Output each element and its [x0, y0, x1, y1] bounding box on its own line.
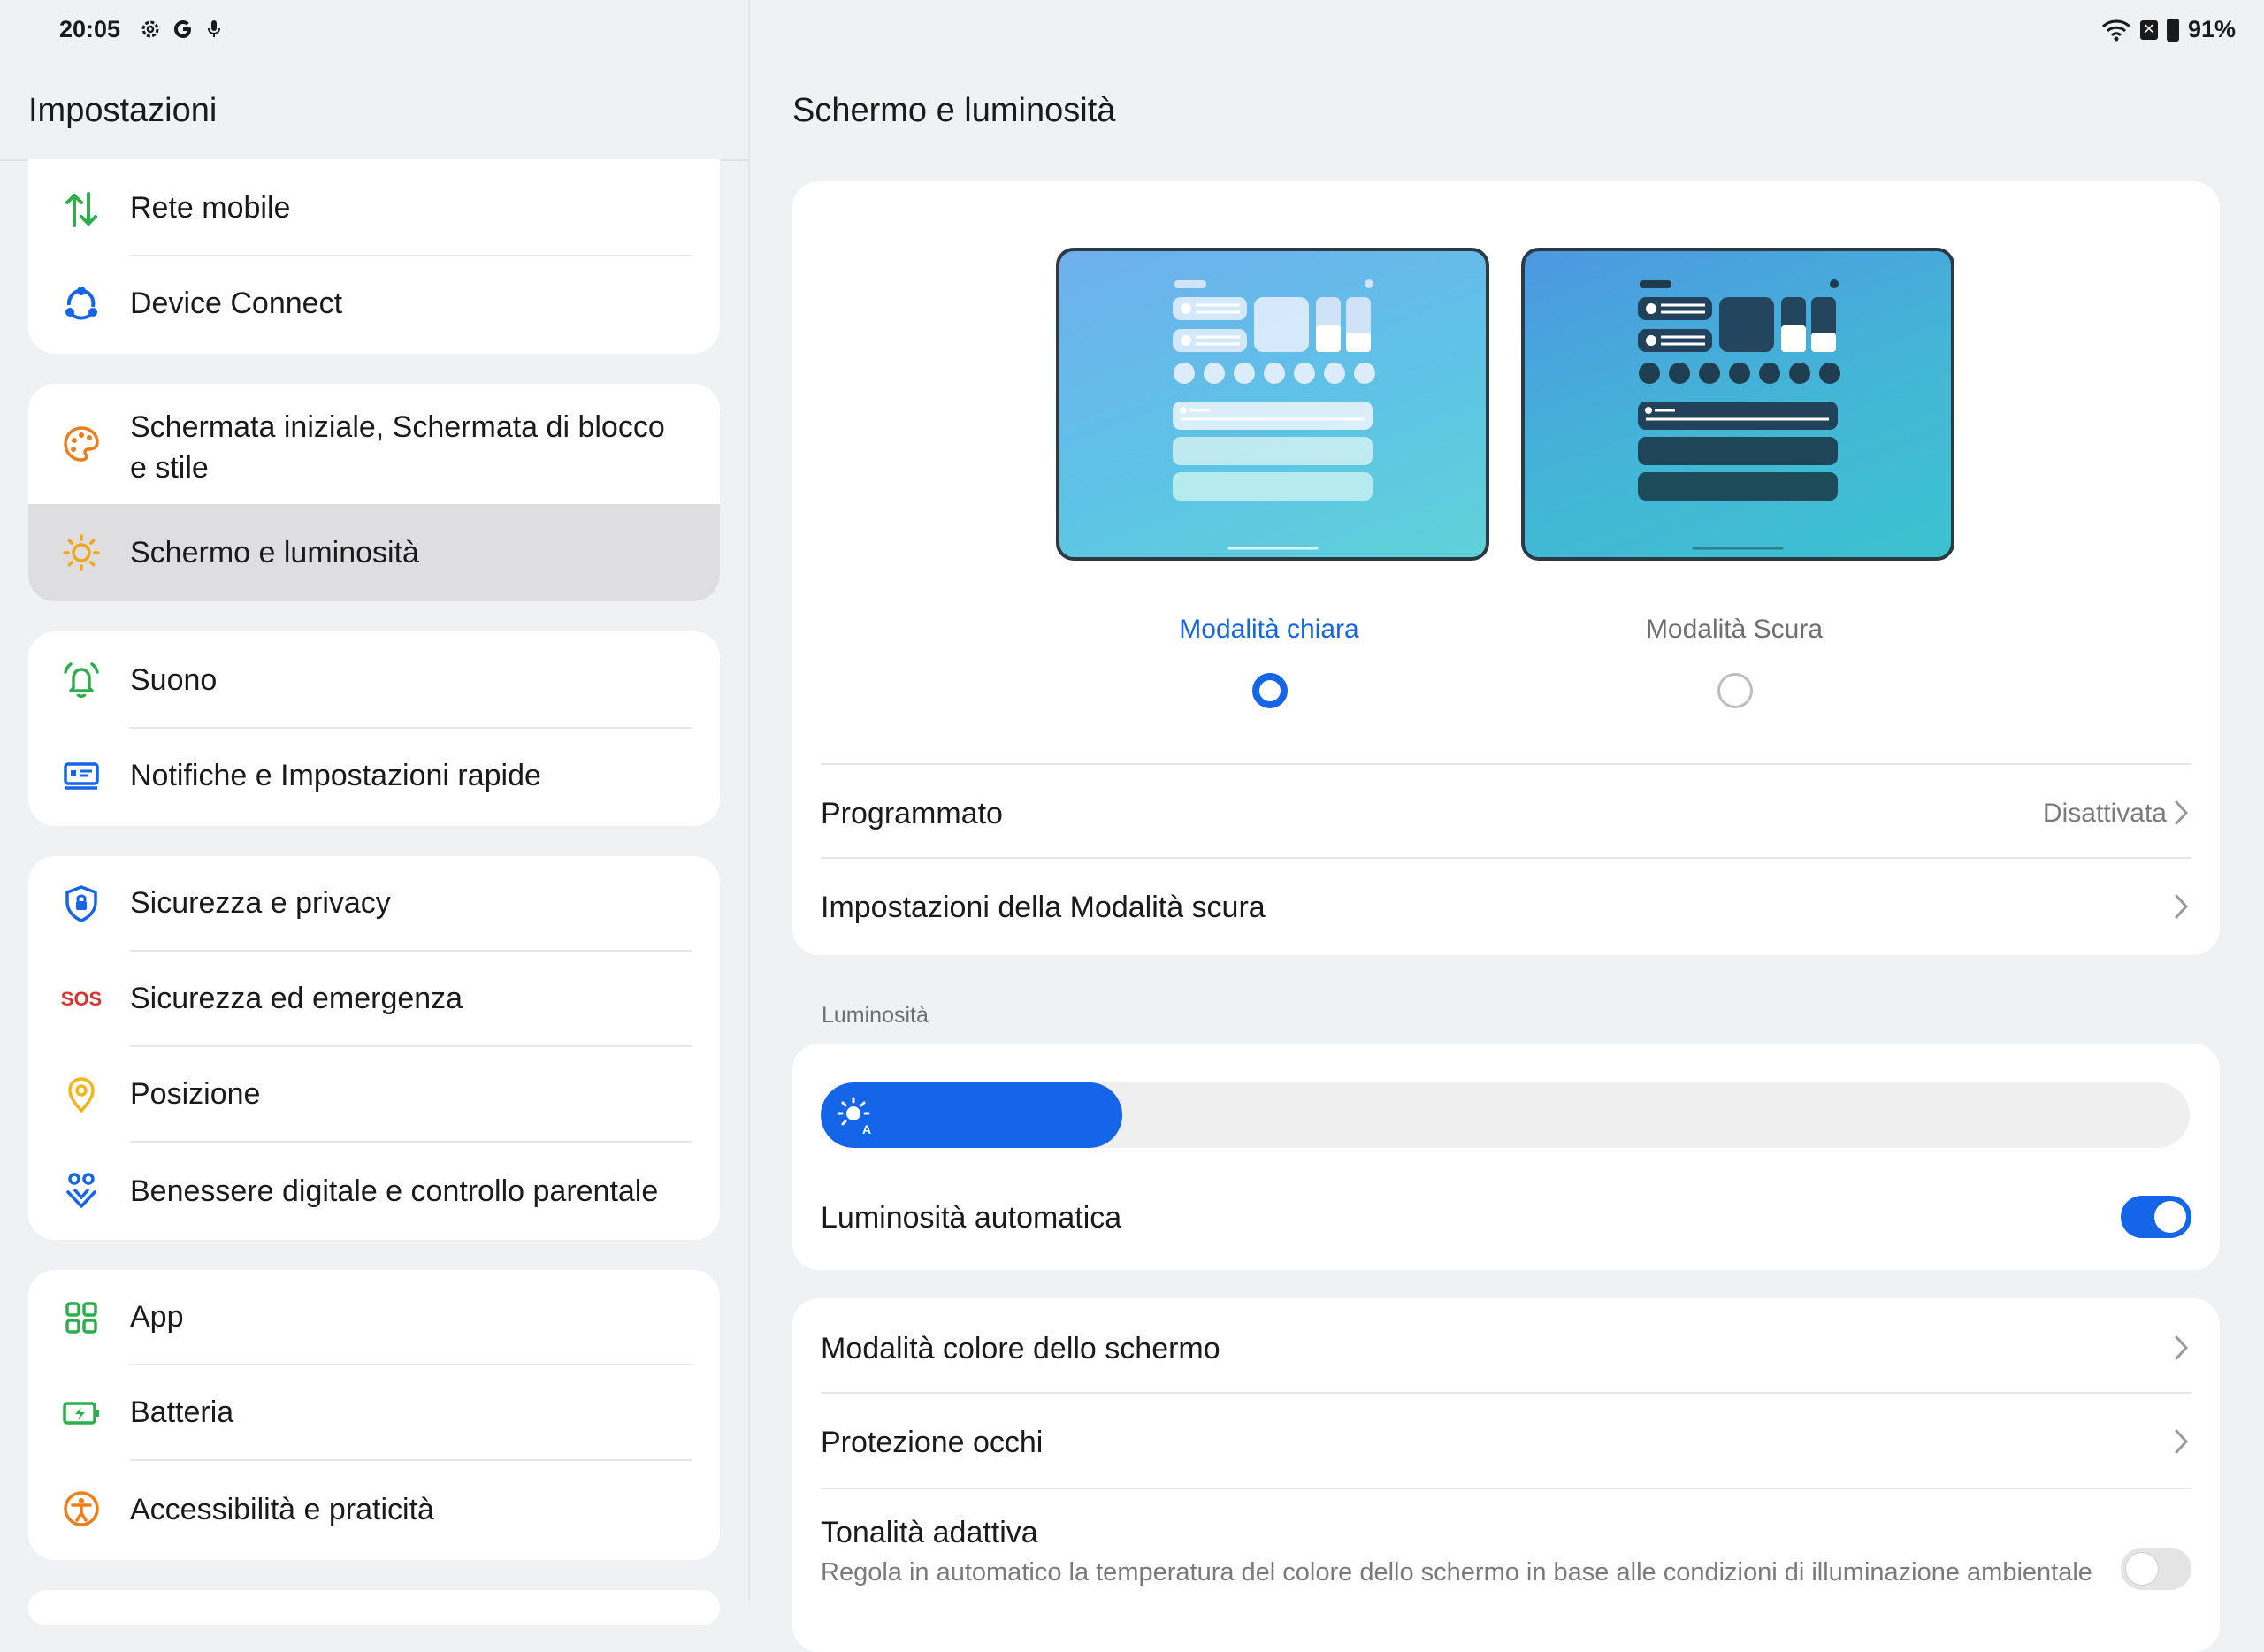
status-icons-right: ✕ 91% — [2101, 16, 2236, 43]
sidebar-item-label: Schermo e luminosità — [130, 536, 419, 570]
shield-icon — [60, 883, 103, 925]
sidebar-item-label: Suono — [130, 663, 218, 697]
brightness-section-label: Luminosità — [822, 1003, 929, 1028]
scheduled-value: Disattivata — [2042, 799, 2167, 828]
sidebar-item-device-connect[interactable]: Device Connect — [28, 256, 720, 354]
light-mode-preview[interactable] — [1056, 248, 1489, 561]
sidebar-item-security-privacy[interactable]: Sicurezza e privacy — [28, 856, 720, 952]
color-mode-label: Modalità colore dello schermo — [821, 1332, 1220, 1365]
adaptive-tone-label: Tonalità adattiva — [821, 1516, 1038, 1549]
dark-mode-preview[interactable] — [1521, 248, 1954, 561]
sidebar-item-rete-mobile[interactable]: Rete mobile — [28, 159, 720, 256]
brightness-card: A Luminosità automatica — [792, 1044, 2220, 1270]
eye-protection-label: Protezione occhi — [821, 1426, 1044, 1459]
sidebar-item-label: Device Connect — [130, 287, 343, 320]
color-mode-row[interactable]: Modalità colore dello schermo — [792, 1298, 2220, 1394]
sos-icon-text: SOS — [60, 988, 103, 1010]
dark-mode-settings-label: Impostazioni della Modalità scura — [821, 891, 1266, 924]
chevron-right-icon — [2175, 800, 2189, 825]
toggle-knob — [2126, 1553, 2158, 1585]
dark-mode-radio[interactable] — [1717, 673, 1753, 708]
sidebar-item-label: Batteria — [130, 1396, 234, 1429]
sidebar-item-label: Rete mobile — [130, 191, 291, 225]
mobile-data-icon — [60, 188, 103, 231]
sun-icon — [60, 532, 103, 574]
bell-icon — [60, 660, 103, 702]
notification-icon — [60, 755, 103, 798]
sim-blocked-icon: ✕ — [2139, 19, 2158, 40]
sidebar-group-apps: App Batteria Accessibilità e praticità — [28, 1270, 720, 1560]
scheduled-row[interactable]: Programmato Disattivata — [792, 763, 2220, 859]
sidebar-item-suono[interactable]: Suono — [28, 631, 720, 729]
sidebar-item-label: Posizione — [130, 1077, 261, 1111]
sidebar-item-accessibility[interactable]: Accessibilità e praticità — [28, 1461, 720, 1560]
svg-text:A: A — [862, 1122, 871, 1136]
display-settings-card: Modalità colore dello schermo Protezione… — [792, 1298, 2220, 1652]
light-mode-radio[interactable] — [1252, 673, 1288, 708]
brightness-slider[interactable]: A — [821, 1082, 2190, 1148]
sidebar-group-display: Schermata iniziale, Schermata di blocco … — [28, 384, 720, 601]
chevron-right-icon — [2175, 894, 2189, 919]
sidebar-item-battery[interactable]: Batteria — [28, 1365, 720, 1461]
divider — [821, 763, 2191, 765]
auto-brightness-label: Luminosità automatica — [821, 1201, 1122, 1235]
apps-grid-icon — [60, 1296, 103, 1339]
sidebar-group-sound: Suono Notifiche e Impostazioni rapide — [28, 631, 720, 826]
palette-icon — [60, 423, 103, 465]
auto-brightness-icon: A — [837, 1097, 871, 1136]
sidebar-item-label-line2: e stile — [130, 451, 209, 485]
battery-icon — [60, 1392, 103, 1434]
auto-brightness-toggle[interactable] — [2121, 1196, 2191, 1238]
sidebar-item-app[interactable]: App — [28, 1270, 720, 1365]
adaptive-tone-description: Regola in automatico la temperatura del … — [821, 1558, 2092, 1587]
sidebar-title: Impostazioni — [28, 92, 218, 129]
sidebar-item-home-screen[interactable]: Schermata iniziale, Schermata di blocco … — [28, 384, 720, 504]
wifi-icon — [2101, 19, 2131, 41]
sidebar-item-emergency[interactable]: SOS Sicurezza ed emergenza — [28, 952, 720, 1047]
sidebar-item-display-brightness[interactable]: Schermo e luminosità — [28, 504, 720, 601]
dark-mode-preview-graphic — [1638, 279, 1840, 550]
wellbeing-icon — [60, 1169, 103, 1212]
toggle-knob — [2154, 1201, 2186, 1233]
adaptive-tone-row[interactable]: Tonalità adattiva Regola in automatico l… — [792, 1489, 2220, 1652]
light-mode-label[interactable]: Modalità chiara — [1092, 615, 1446, 645]
sidebar-item-label: Notifiche e Impostazioni rapide — [130, 759, 541, 792]
device-connect-icon — [60, 283, 103, 325]
light-mode-preview-graphic — [1173, 279, 1375, 550]
sidebar-item-label: Sicurezza ed emergenza — [130, 982, 463, 1015]
sidebar-item-label: Sicurezza e privacy — [130, 886, 391, 920]
battery-status-icon — [2166, 18, 2179, 42]
sos-icon: SOS — [57, 978, 106, 1021]
adaptive-tone-toggle[interactable] — [2121, 1548, 2191, 1590]
sidebar-item-location[interactable]: Posizione — [28, 1047, 720, 1143]
chevron-right-icon — [2175, 1335, 2189, 1360]
sidebar-item-label: Accessibilità e praticità — [130, 1493, 434, 1526]
dark-mode-label[interactable]: Modalità Scura — [1557, 615, 1911, 645]
location-icon — [60, 1074, 103, 1116]
sidebar-group-network: Rete mobile Device Connect — [28, 159, 720, 354]
sidebar-group-security: Sicurezza e privacy SOS Sicurezza ed eme… — [28, 856, 720, 1240]
eye-protection-row[interactable]: Protezione occhi — [792, 1394, 2220, 1489]
sidebar-item-wellbeing[interactable]: Benessere digitale e controllo parentale — [28, 1143, 720, 1240]
sidebar-item-label: Benessere digitale e controllo parentale — [130, 1174, 659, 1208]
page-title: Schermo e luminosità — [792, 92, 1116, 129]
sidebar-group-more — [28, 1590, 720, 1625]
chevron-right-icon — [2175, 1429, 2189, 1454]
dark-mode-settings-row[interactable]: Impostazioni della Modalità scura — [792, 859, 2220, 954]
sidebar-item-notifications[interactable]: Notifiche e Impostazioni rapide — [28, 729, 720, 826]
theme-mode-card: Modalità chiara Modalità Scura Programma… — [792, 181, 2220, 955]
accessibility-icon — [60, 1488, 103, 1530]
sidebar-item-label: App — [130, 1300, 184, 1334]
sidebar-item-label-line1: Schermata iniziale, Schermata di blocco — [130, 410, 665, 444]
brightness-slider-fill: A — [821, 1082, 1122, 1148]
battery-percent: 91% — [2187, 16, 2236, 42]
scheduled-label: Programmato — [821, 797, 1003, 830]
auto-brightness-row[interactable]: Luminosità automatica — [792, 1174, 2220, 1270]
settings-sidebar: Impostazioni Rete mobile Device Connect … — [0, 0, 750, 1625]
